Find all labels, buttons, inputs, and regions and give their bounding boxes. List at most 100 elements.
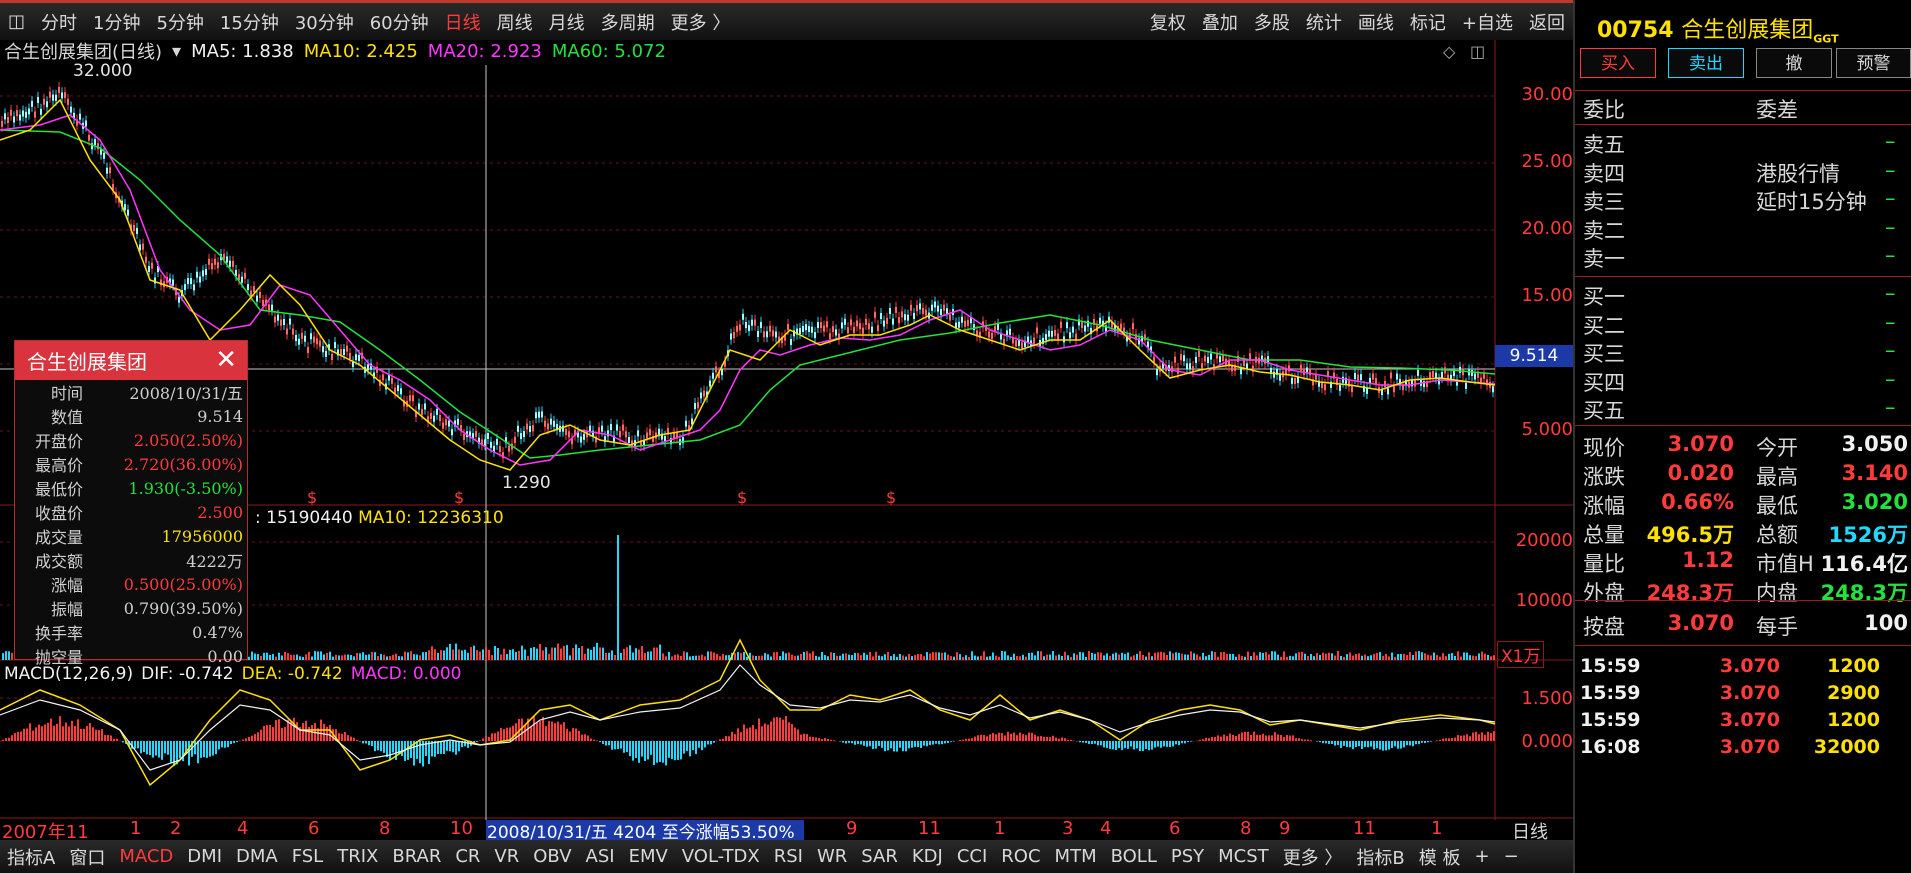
macd-bar [704,741,706,748]
indicator-tab[interactable]: + [1468,846,1497,867]
indicator-tab[interactable]: VOL-TDX [675,846,767,867]
macd-bar [1403,741,1405,748]
indicator-tab[interactable]: 更多 〉 [1276,844,1350,870]
alert-button[interactable]: 预警 [1836,48,1911,78]
macd-bar [1415,741,1417,745]
diamond-icon[interactable]: ◇ [1443,42,1455,61]
volume-bar [1190,651,1192,660]
window-icon[interactable]: ◫ [1470,42,1485,61]
stats-button[interactable]: 统计 [1298,9,1350,35]
adjust-button[interactable]: 复权 [1142,9,1194,35]
indicator-tab[interactable]: EMV [622,846,675,867]
tab-monthly[interactable]: 月线 [541,9,593,35]
indicator-tab[interactable]: MTM [1048,846,1104,867]
volume-bar [986,656,988,660]
close-icon[interactable]: ✕ [215,345,237,375]
back-button[interactable]: 返回 [1521,9,1573,35]
macd-bar [929,741,931,746]
indicator-tab[interactable]: TRIX [330,846,385,867]
indicator-tab[interactable]: MACD [112,846,180,867]
indicator-tab[interactable]: 窗口 [62,844,112,870]
panel-toggle-icon[interactable]: ◫ [0,11,33,32]
indicator-tab[interactable]: CR [448,846,487,867]
indicator-tab[interactable]: PSY [1164,846,1211,867]
tab-multi-period[interactable]: 多周期 [593,9,663,35]
volume-bar [839,655,841,660]
volume-bar [782,651,784,660]
volume-bar [644,652,646,660]
buy-button[interactable]: 买入 [1580,48,1656,78]
indicator-tab[interactable]: 指标B [1349,844,1411,870]
overlay-button[interactable]: 叠加 [1194,9,1246,35]
lot-size-label: 每手 [1756,615,1798,639]
macd-bar [485,736,487,741]
indicator-tab[interactable]: DMA [229,846,285,867]
volume-bar [278,652,280,660]
macd-bar [782,719,784,741]
macd-bar [386,741,388,758]
tick-price: 3.070 [1719,709,1780,731]
add-watchlist-button[interactable]: +自选 [1454,9,1521,35]
volume-bar [1223,651,1225,660]
tab-1min[interactable]: 1分钟 [85,9,148,35]
macd-bar [767,724,769,741]
tab-weekly[interactable]: 周线 [489,9,541,35]
volume-bar [338,655,340,660]
indicator-tab[interactable]: FSL [285,846,331,867]
cancel-order-button[interactable]: 撤 [1756,48,1832,78]
macd-bar [47,722,49,741]
tab-30min[interactable]: 30分钟 [287,9,362,35]
volume-bar [383,654,385,660]
volume-bar [500,654,502,660]
indicator-tab[interactable]: VR [487,846,526,867]
price-tick: 15.00 [1521,285,1573,306]
indicator-tab[interactable]: CCI [950,846,994,867]
multi-stock-button[interactable]: 多股 [1246,9,1298,35]
indicator-tab[interactable]: 模 板 [1412,844,1468,870]
macd-bar [551,721,553,741]
tab-5min[interactable]: 5分钟 [148,9,211,35]
macd-bar [887,741,889,751]
macd-bar [1424,741,1426,744]
volume-bar [1301,651,1303,660]
indicator-tab[interactable]: BRAR [385,846,448,867]
indicator-tab[interactable]: DMI [180,846,229,867]
indicator-tab[interactable]: RSI [767,846,810,867]
indicator-tab[interactable]: 指标A [0,844,62,870]
volume-bar [1166,654,1168,660]
indicator-tab[interactable]: BOLL [1104,846,1164,867]
macd-bar [35,727,37,741]
macd-bar [1340,741,1342,748]
tab-daily[interactable]: 日线 [437,9,489,35]
mark-button[interactable]: 标记 [1402,9,1454,35]
tab-15min[interactable]: 15分钟 [212,9,287,35]
volume-bar [1322,652,1324,660]
sell-button[interactable]: 卖出 [1668,48,1744,78]
indicator-tab[interactable]: KDJ [905,846,950,867]
volume-bar [983,651,985,660]
macd-bar [1259,734,1261,741]
volume-bar [1037,651,1039,660]
macd-layer [2,715,1495,767]
indicator-tab[interactable]: − [1497,846,1526,867]
indicator-tab[interactable]: ASI [579,846,622,867]
indicator-tab[interactable]: ROC [994,846,1047,867]
volume-bar [911,656,913,660]
tab-more[interactable]: 更多 〉 [663,9,739,35]
volume-bar [665,656,667,660]
volume-bar [842,653,844,660]
macd-bar [911,741,913,748]
indicator-tab[interactable]: SAR [854,846,905,867]
tab-60min[interactable]: 60分钟 [362,9,437,35]
macd-bar [728,736,730,741]
draw-button[interactable]: 画线 [1350,9,1402,35]
tab-fenshi[interactable]: 分时 [33,9,85,35]
indicator-tab[interactable]: WR [810,846,854,867]
indicator-tab[interactable]: MCST [1211,846,1276,867]
volume-bar [1268,654,1270,660]
indicator-tab[interactable]: OBV [526,846,578,867]
legend-toggle-icon[interactable]: ▾ [172,41,181,62]
macd-bar [656,741,658,763]
macd-bar [818,738,820,741]
volume-bar [809,653,811,660]
